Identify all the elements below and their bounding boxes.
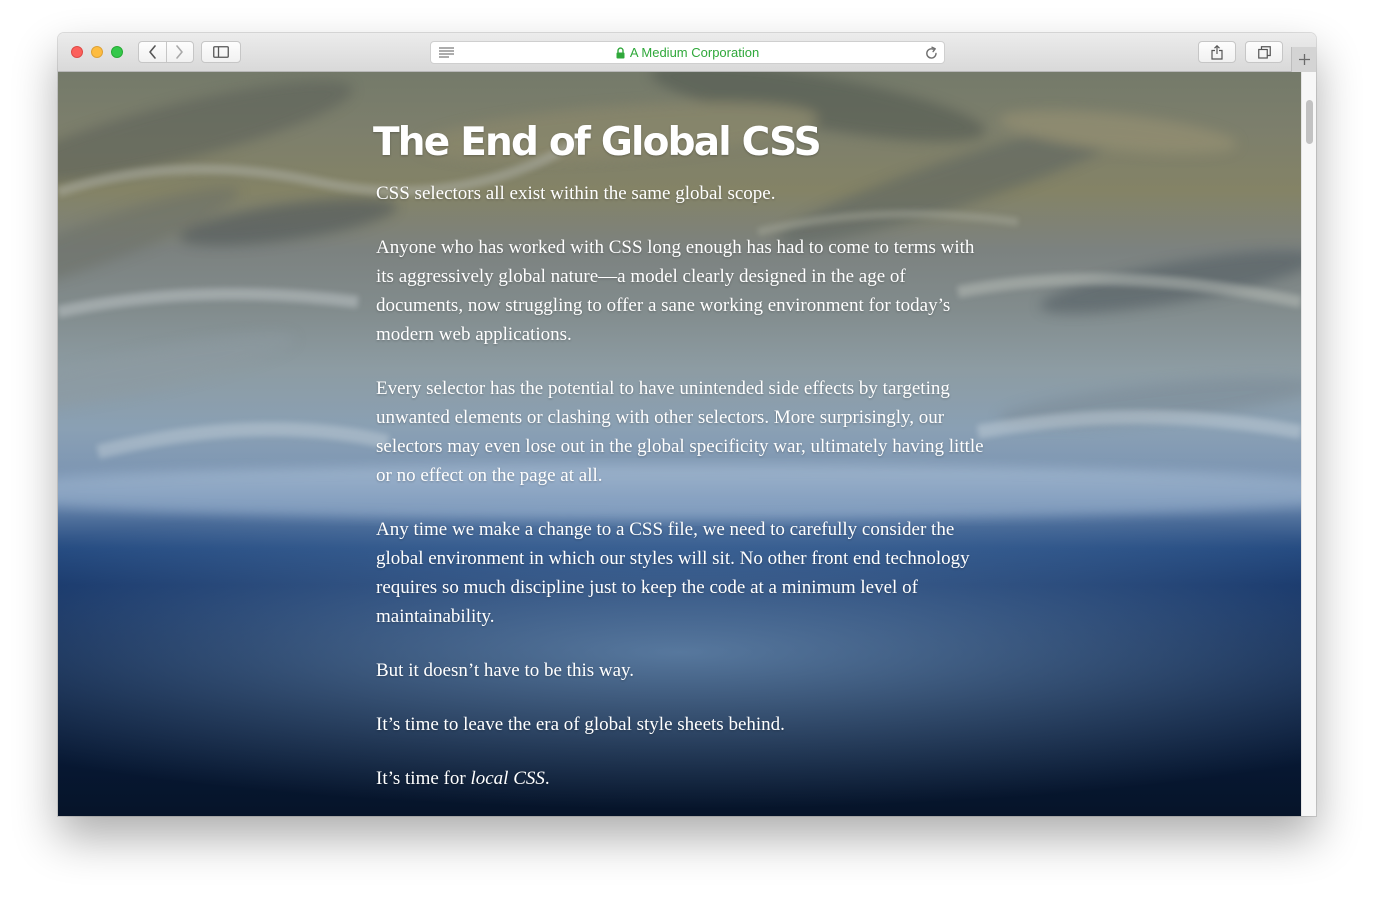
- vertical-scrollbar[interactable]: [1301, 72, 1316, 816]
- history-nav: [138, 41, 194, 63]
- address-display: A Medium Corporation: [431, 42, 944, 63]
- article-paragraph: It’s time to leave the era of global sty…: [376, 713, 785, 735]
- share-button[interactable]: [1198, 41, 1236, 63]
- article-paragraph: Any time we make a change to a CSS file,…: [376, 518, 970, 627]
- plus-icon: [1298, 54, 1310, 65]
- chevron-left-icon: [148, 45, 156, 59]
- address-bar[interactable]: A Medium Corporation: [430, 41, 945, 64]
- page-content[interactable]: The End of Global CSS CSS selectors all …: [58, 72, 1301, 816]
- forward-button[interactable]: [165, 42, 194, 62]
- lock-icon: [616, 46, 625, 58]
- browser-toolbar: A Medium Corporation: [58, 33, 1316, 72]
- article: The End of Global CSS CSS selectors all …: [373, 120, 996, 816]
- back-button[interactable]: [139, 42, 166, 62]
- tabs-overview-button[interactable]: [1245, 41, 1283, 63]
- minimize-window-button[interactable]: [91, 46, 103, 58]
- reload-icon[interactable]: [925, 46, 938, 60]
- article-paragraph-last: It’s time for local CSS.: [376, 764, 996, 793]
- paragraph-text: .: [544, 767, 550, 789]
- article-title: The End of Global CSS: [373, 120, 822, 165]
- article-paragraph: Anyone who has worked with CSS long enou…: [376, 236, 975, 345]
- browser-window: A Medium Corporation The End of Global C…: [58, 33, 1316, 816]
- article-paragraph: Every selector has the potential to have…: [376, 377, 984, 486]
- zoom-window-button[interactable]: [111, 46, 123, 58]
- article-paragraph: But it doesn’t have to be this way.: [376, 659, 635, 681]
- new-tab-button[interactable]: [1291, 47, 1316, 72]
- sidebar-button[interactable]: [201, 41, 241, 63]
- address-text: A Medium Corporation: [629, 45, 760, 60]
- share-icon: [1211, 44, 1223, 60]
- close-window-button[interactable]: [71, 46, 83, 58]
- scrollbar-thumb[interactable]: [1306, 100, 1313, 144]
- sidebar-icon: [213, 46, 229, 58]
- emphasis-text: local CSS: [470, 767, 545, 789]
- chevron-right-icon: [176, 45, 184, 59]
- tabs-icon: [1257, 45, 1271, 59]
- article-paragraph: CSS selectors all exist within the same …: [376, 182, 776, 204]
- paragraph-text: It’s time for: [376, 767, 471, 789]
